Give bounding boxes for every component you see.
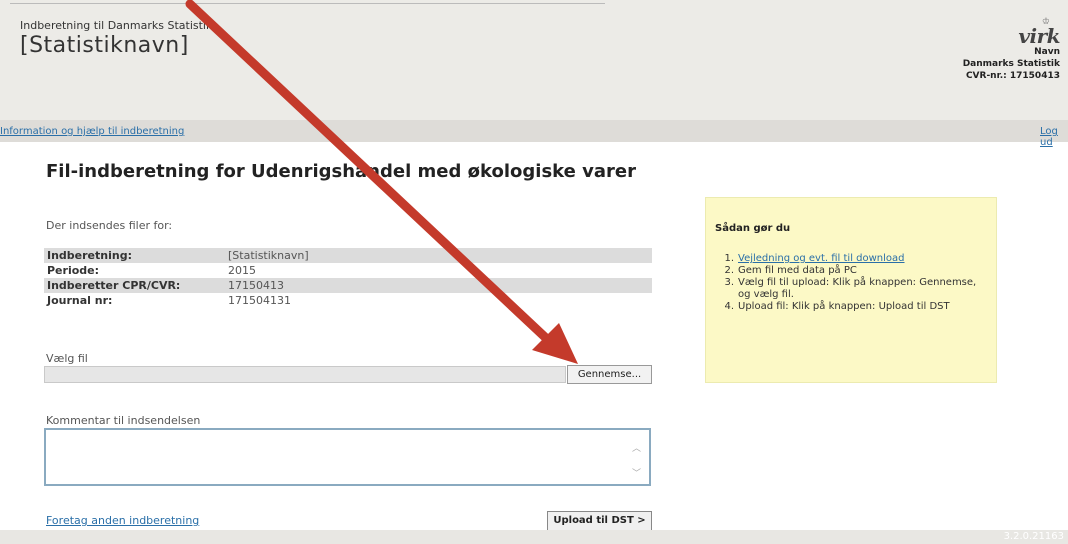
- info-label: Journal nr:: [47, 294, 113, 307]
- comment-label: Kommentar til indsendelsen: [46, 414, 201, 427]
- info-value: [Statistiknavn]: [228, 249, 309, 262]
- cvr-number: CVR-nr.: 17150413: [965, 71, 1060, 81]
- file-path-input[interactable]: [44, 366, 566, 383]
- help-item-number: 2.: [724, 265, 734, 276]
- brand-block: ♔ virk Navn Danmarks Statistik CVR-nr.: …: [962, 18, 1061, 82]
- info-row: Journal nr: 171504131: [44, 293, 652, 308]
- logout-link[interactable]: Log ud: [1040, 126, 1068, 148]
- help-item-number: 1.: [724, 253, 734, 264]
- help-item-text: Gem fil med data på PC: [738, 265, 857, 276]
- upload-button[interactable]: Upload til DST >: [547, 511, 652, 531]
- help-item-text: Upload fil: Klik på knappen: Upload til …: [738, 301, 950, 312]
- info-value: 171504131: [228, 294, 291, 307]
- user-name: Navn: [1034, 47, 1060, 57]
- info-row: Indberetning: [Statistiknavn]: [44, 248, 652, 263]
- info-value: 17150413: [228, 279, 284, 292]
- comment-textarea[interactable]: [44, 428, 651, 486]
- header-divider: [10, 3, 605, 4]
- help-item: 1. Vejledning og evt. fil til download: [715, 253, 980, 265]
- statistic-name: [Statistiknavn]: [20, 33, 189, 58]
- guide-download-link[interactable]: Vejledning og evt. fil til download: [738, 253, 905, 264]
- help-item-number: 4.: [724, 301, 734, 312]
- version-label: 3.2.0.21163: [1003, 531, 1064, 542]
- organization-name: Danmarks Statistik: [962, 59, 1060, 69]
- help-item: 2. Gem fil med data på PC: [715, 265, 980, 277]
- nav-bar: Information og hjælp til indberetning Lo…: [0, 120, 1068, 148]
- help-box: Sådan gør du 1. Vejledning og evt. fil t…: [705, 197, 997, 383]
- virk-logo: virk: [1018, 24, 1060, 48]
- help-link[interactable]: Information og hjælp til indberetning: [0, 126, 184, 137]
- app-title: Indberetning til Danmarks Statistik: [20, 19, 213, 32]
- chevron-up-icon[interactable]: ︿: [632, 441, 641, 454]
- info-label: Periode:: [47, 264, 100, 277]
- help-item: 3. Vælg fil til upload: Klik på knappen:…: [715, 277, 980, 301]
- submission-info-table: Indberetning: [Statistiknavn] Periode: 2…: [44, 248, 652, 308]
- help-list: 1. Vejledning og evt. fil til download 2…: [715, 253, 980, 313]
- info-row: Indberetter CPR/CVR: 17150413: [44, 278, 652, 293]
- file-label: Vælg fil: [46, 352, 88, 365]
- info-row: Periode: 2015: [44, 263, 652, 278]
- help-item-text: Vælg fil til upload: Klik på knappen: Ge…: [738, 277, 977, 300]
- help-item: 4. Upload fil: Klik på knappen: Upload t…: [715, 301, 980, 313]
- info-value: 2015: [228, 264, 256, 277]
- footer-bar: [0, 530, 1068, 544]
- info-label: Indberetter CPR/CVR:: [47, 279, 181, 292]
- help-item-number: 3.: [724, 277, 734, 288]
- other-submission-link[interactable]: Foretag anden indberetning: [46, 514, 199, 527]
- chevron-down-icon[interactable]: ﹀: [632, 466, 641, 479]
- page-title: Fil-indberetning for Udenrigshandel med …: [46, 161, 636, 182]
- page-header: Indberetning til Danmarks Statistik [Sta…: [0, 0, 1068, 120]
- info-label: Indberetning:: [47, 249, 132, 262]
- submit-for-label: Der indsendes filer for:: [46, 219, 173, 232]
- browse-button[interactable]: Gennemse...: [567, 365, 652, 384]
- help-title: Sådan gør du: [715, 223, 791, 234]
